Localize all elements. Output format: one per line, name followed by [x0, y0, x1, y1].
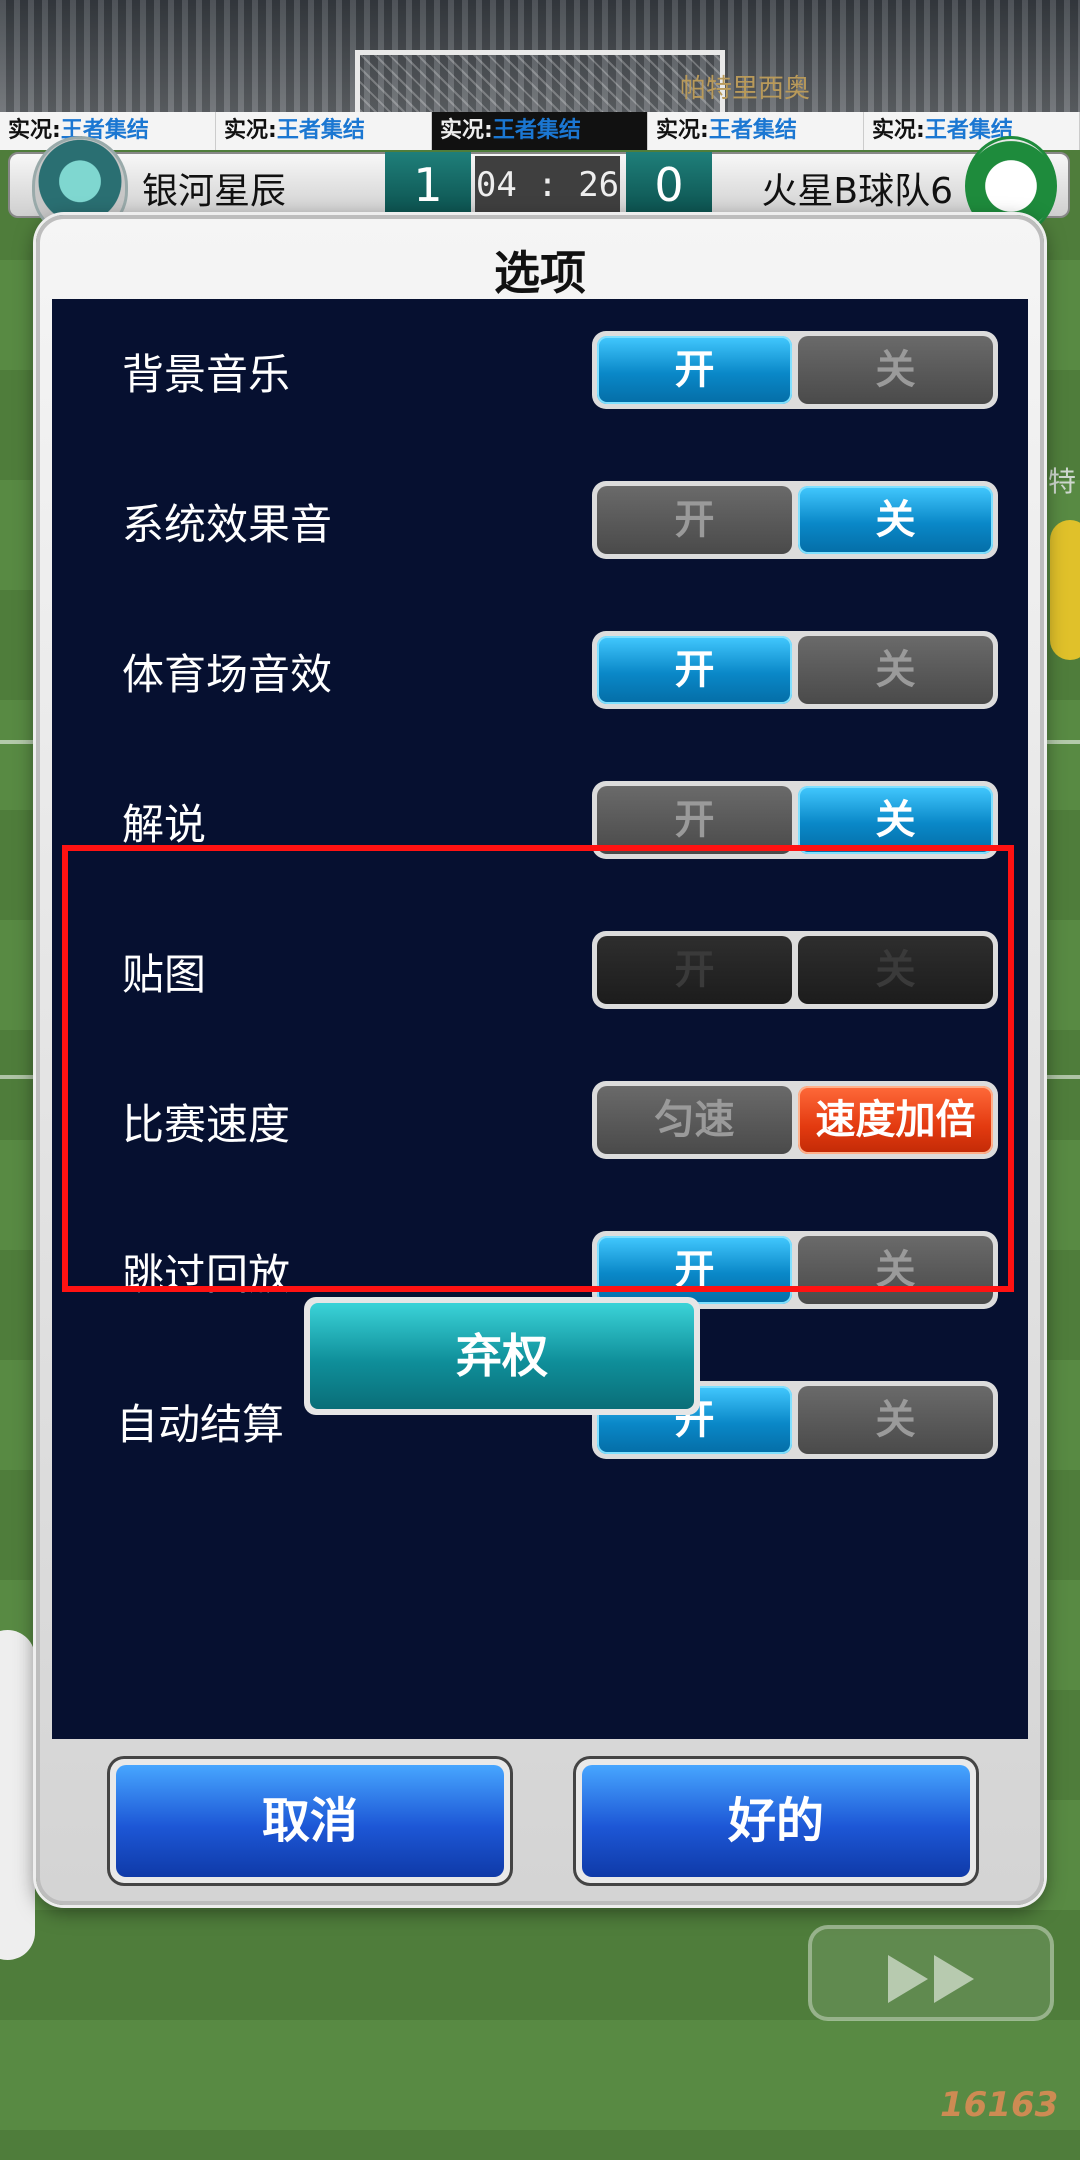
ad-board-strip: 实况:王者集结 实况:王者集结 实况:王者集结 实况:王者集结 实况:王者集结 [0, 112, 1080, 150]
player-figure [0, 1630, 35, 1960]
option-label: 自动结算 [116, 1400, 285, 1449]
bgm-toggle: 开 关 [592, 331, 998, 409]
fast-forward-icon [888, 1955, 928, 2003]
option-label: 解说 [122, 800, 207, 849]
home-team-name: 银河星辰 [142, 171, 287, 212]
fast-forward-icon [934, 1955, 974, 2003]
toggle-off-button[interactable]: 关 [798, 336, 993, 404]
fast-forward-button[interactable] [808, 1925, 1054, 2021]
toggle-off-button[interactable]: 关 [798, 486, 993, 554]
ok-button-label: 好的 [582, 1765, 970, 1877]
side-banner-text: 特 [1048, 465, 1077, 498]
toggle-on-button[interactable]: 开 [597, 336, 792, 404]
toggle-on-button[interactable]: 开 [597, 486, 792, 554]
option-label: 体育场音效 [122, 650, 333, 699]
ad-board: 实况:王者集结 [648, 112, 864, 150]
forfeit-button-label: 弃权 [310, 1303, 694, 1409]
stadium-banner-text: 帕特里西奥 [680, 74, 811, 104]
cancel-button[interactable]: 取消 [110, 1759, 510, 1883]
highlight-box [62, 845, 1014, 1292]
option-row-stadium-sfx: 体育场音效 开 关 [52, 619, 1028, 719]
ad-board: 实况:王者集结 [216, 112, 432, 150]
stadium-sfx-toggle: 开 关 [592, 631, 998, 709]
toggle-off-button[interactable]: 关 [798, 636, 993, 704]
away-score: 0 [626, 152, 712, 218]
toggle-off-button[interactable]: 关 [798, 786, 993, 854]
option-label: 系统效果音 [122, 500, 333, 549]
toggle-on-button[interactable]: 开 [597, 636, 792, 704]
option-row-system-sfx: 系统效果音 开 关 [52, 469, 1028, 569]
scoreboard: 银河星辰 1 04 : 26 0 火星B球队6 [8, 136, 1070, 236]
watermark-logo: 16163 [940, 2085, 1059, 2125]
option-label: 背景音乐 [122, 350, 291, 399]
ad-board: 实况:王者集结 [864, 112, 1080, 150]
cancel-button-label: 取消 [116, 1765, 504, 1877]
match-clock: 04 : 26 [475, 156, 620, 214]
toggle-off-button[interactable]: 关 [798, 1386, 993, 1454]
toggle-on-button[interactable]: 开 [597, 786, 792, 854]
away-team-name: 火星B球队6 [761, 171, 953, 212]
option-row-bgm: 背景音乐 开 关 [52, 319, 1028, 419]
dialog-title: 选项 [494, 246, 586, 300]
system-sfx-toggle: 开 关 [592, 481, 998, 559]
ok-button[interactable]: 好的 [576, 1759, 976, 1883]
ad-board: 实况:王者集结 [0, 112, 216, 150]
player-figure [1050, 520, 1080, 660]
forfeit-button[interactable]: 弃权 [304, 1297, 700, 1415]
home-score: 1 [385, 152, 471, 218]
ad-board: 实况:王者集结 [432, 112, 648, 150]
